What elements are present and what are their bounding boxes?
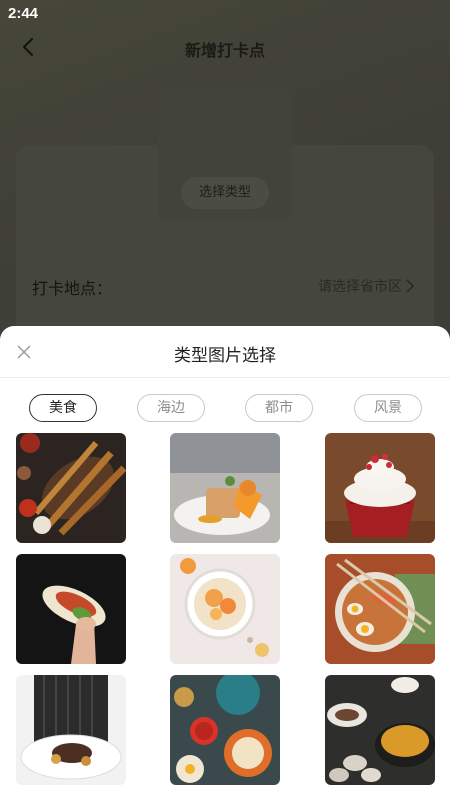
photo-cupcake[interactable] [325, 433, 435, 543]
category-tabs: 美食 海边 都市 风景 [0, 394, 450, 422]
sheet-header: 类型图片选择 [0, 326, 450, 378]
photo-table-spread[interactable] [170, 675, 280, 785]
tab-scenery[interactable]: 风景 [354, 394, 422, 422]
photo-ramen-bowl[interactable] [325, 554, 435, 664]
tab-seaside[interactable]: 海边 [137, 394, 205, 422]
location-label: 打卡地点： [32, 279, 113, 298]
nav-bar: 新增打卡点 [0, 28, 450, 68]
select-type-button[interactable]: 选择类型 [181, 177, 269, 209]
page-title: 新增打卡点 [184, 41, 265, 60]
tab-city[interactable]: 都市 [245, 394, 313, 422]
photo-plated-dessert[interactable] [170, 433, 280, 543]
chevron-right-icon [404, 278, 416, 293]
photo-soup-clams[interactable] [325, 675, 435, 785]
photo-grilled-skewers[interactable] [16, 433, 126, 543]
location-picker[interactable]: 请选择省市区 [318, 276, 402, 296]
sheet-title: 类型图片选择 [174, 346, 276, 366]
photo-chef-dish[interactable] [16, 675, 126, 785]
type-image-sheet: 类型图片选择 美食 海边 都市 风景 [0, 326, 450, 800]
status-bar: 2:44 [0, 0, 450, 28]
photo-taco[interactable] [16, 554, 126, 664]
status-time: 2:44 [8, 5, 39, 22]
tab-food[interactable]: 美食 [29, 394, 97, 422]
photo-fruit-bowl[interactable] [170, 554, 280, 664]
